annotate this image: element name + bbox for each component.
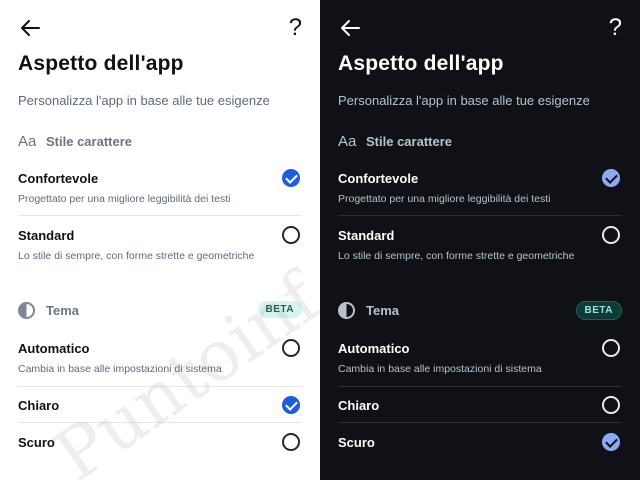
beta-badge: BETA <box>257 301 302 318</box>
font-style-section-header: Aa Stile carattere <box>338 131 622 155</box>
option-label: Automatico <box>18 341 90 356</box>
font-option-confortevole[interactable]: Confortevole Progettato per una migliore… <box>338 169 622 205</box>
theme-section-label: Tema <box>46 303 79 318</box>
option-label: Automatico <box>338 341 410 356</box>
font-option-confortevole[interactable]: Confortevole Progettato per una migliore… <box>18 169 302 205</box>
divider <box>18 386 302 387</box>
page-subtitle: Personalizza l'app in base alle tue esig… <box>18 93 270 108</box>
top-bar: ? <box>338 14 622 44</box>
font-option-standard[interactable]: Standard Lo stile di sempre, con forme s… <box>338 226 622 262</box>
help-icon[interactable]: ? <box>609 14 622 42</box>
option-description: Progettato per una migliore leggibilità … <box>18 193 231 205</box>
help-icon[interactable]: ? <box>289 14 302 42</box>
theme-option-automatico[interactable]: Automatico Cambia in base alle impostazi… <box>338 339 622 375</box>
option-description: Cambia in base alle impostazioni di sist… <box>338 363 542 375</box>
radio-empty-icon[interactable] <box>602 226 620 244</box>
option-label: Confortevole <box>338 171 419 186</box>
theme-contrast-icon <box>18 302 35 319</box>
page-title: Aspetto dell'app <box>18 52 184 75</box>
theme-contrast-icon <box>338 302 355 319</box>
divider <box>18 215 302 216</box>
theme-option-scuro[interactable]: Scuro <box>338 433 622 455</box>
top-bar: ? <box>18 14 302 44</box>
radio-checked-icon[interactable] <box>602 433 620 451</box>
divider <box>338 215 622 216</box>
option-description: Cambia in base alle impostazioni di sist… <box>18 363 222 375</box>
font-style-section-label: Stile carattere <box>366 134 452 149</box>
font-style-icon: Aa <box>338 133 357 150</box>
font-style-section-header: Aa Stile carattere <box>18 131 302 155</box>
beta-badge: BETA <box>575 301 622 320</box>
radio-empty-icon[interactable] <box>602 339 620 357</box>
radio-empty-icon[interactable] <box>282 339 300 357</box>
font-style-section-label: Stile carattere <box>46 134 132 149</box>
divider <box>18 422 302 423</box>
radio-checked-icon[interactable] <box>282 169 300 187</box>
option-label: Standard <box>18 228 75 243</box>
theme-option-chiaro[interactable]: Chiaro <box>18 396 302 418</box>
theme-option-automatico[interactable]: Automatico Cambia in base alle impostazi… <box>18 339 302 375</box>
dark-mode-screen: ? Aspetto dell'app Personalizza l'app in… <box>320 0 640 480</box>
radio-empty-icon[interactable] <box>282 226 300 244</box>
font-option-standard[interactable]: Standard Lo stile di sempre, con forme s… <box>18 226 302 262</box>
page-subtitle: Personalizza l'app in base alle tue esig… <box>338 93 590 108</box>
radio-empty-icon[interactable] <box>602 396 620 414</box>
divider <box>338 386 622 387</box>
option-description: Lo stile di sempre, con forme strette e … <box>18 250 255 262</box>
divider <box>338 422 622 423</box>
theme-section-label: Tema <box>366 303 399 318</box>
theme-section-header: Tema BETA <box>338 300 622 324</box>
option-label: Confortevole <box>18 171 99 186</box>
option-label: Chiaro <box>338 398 380 413</box>
radio-checked-icon[interactable] <box>602 169 620 187</box>
option-description: Lo stile di sempre, con forme strette e … <box>338 250 575 262</box>
back-arrow-icon[interactable] <box>338 16 362 40</box>
light-mode-screen: ? Aspetto dell'app Personalizza l'app in… <box>0 0 320 480</box>
theme-option-scuro[interactable]: Scuro <box>18 433 302 455</box>
theme-section-header: Tema BETA <box>18 300 302 324</box>
radio-empty-icon[interactable] <box>282 433 300 451</box>
option-label: Scuro <box>338 435 375 450</box>
radio-checked-icon[interactable] <box>282 396 300 414</box>
option-label: Chiaro <box>18 398 60 413</box>
font-style-icon: Aa <box>18 133 37 150</box>
option-label: Standard <box>338 228 395 243</box>
option-label: Scuro <box>18 435 55 450</box>
theme-option-chiaro[interactable]: Chiaro <box>338 396 622 418</box>
page-title: Aspetto dell'app <box>338 52 504 75</box>
option-description: Progettato per una migliore leggibilità … <box>338 193 551 205</box>
back-arrow-icon[interactable] <box>18 16 42 40</box>
